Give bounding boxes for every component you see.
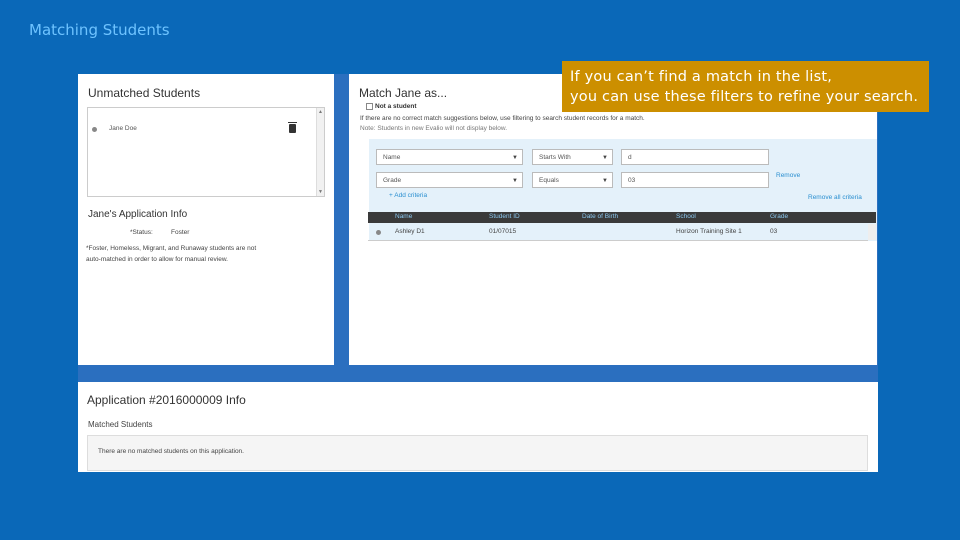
not-a-student-label: Not a student bbox=[375, 103, 417, 110]
status-value: Foster bbox=[171, 229, 190, 236]
filter-operator-select[interactable]: Starts With ▼ bbox=[532, 149, 613, 165]
filter-value-input[interactable]: d bbox=[621, 149, 769, 165]
cell-name: Ashley D1 bbox=[395, 228, 425, 235]
column-header-student-id[interactable]: Student ID bbox=[489, 213, 520, 220]
unmatched-students-list[interactable]: Jane Doe ▲ ▼ bbox=[87, 107, 325, 197]
matched-students-heading: Matched Students bbox=[88, 420, 153, 429]
callout-note: If you can’t find a match in the list, y… bbox=[562, 61, 929, 112]
filter-value-text: 03 bbox=[628, 177, 636, 184]
trash-icon[interactable] bbox=[288, 122, 297, 133]
footnote-line-2: auto-matched in order to allow for manua… bbox=[86, 256, 228, 263]
filter-field-value: Grade bbox=[383, 177, 402, 184]
info-line-1: If there are no correct match suggestion… bbox=[360, 115, 645, 122]
filter-value-text: d bbox=[628, 154, 632, 161]
unmatched-heading: Unmatched Students bbox=[88, 86, 201, 100]
column-header-date-of-birth[interactable]: Date of Birth bbox=[582, 213, 618, 220]
list-item[interactable]: Jane Doe bbox=[88, 112, 316, 133]
application-info-heading: Jane's Application Info bbox=[88, 209, 188, 220]
application-info-panel: Application #2016000009 Info Matched Stu… bbox=[78, 382, 878, 472]
chevron-down-icon: ▼ bbox=[602, 178, 608, 184]
student-name: Jane Doe bbox=[109, 125, 137, 132]
column-header-school[interactable]: School bbox=[676, 213, 696, 220]
scroll-up-icon[interactable]: ▲ bbox=[318, 109, 323, 115]
app-screenshot: Unmatched Students Jane Doe ▲ ▼ Jane's A… bbox=[78, 74, 878, 472]
not-a-student-checkbox[interactable] bbox=[366, 103, 373, 110]
chevron-down-icon: ▼ bbox=[512, 178, 518, 184]
status-label: *Status: bbox=[130, 229, 153, 236]
match-heading: Match Jane as... bbox=[359, 86, 448, 100]
slide-title: Matching Students bbox=[29, 21, 170, 39]
filter-operator-value: Equals bbox=[539, 177, 559, 184]
match-panel: Match Jane as... Not a student If there … bbox=[349, 74, 877, 365]
filter-field-select[interactable]: Name ▼ bbox=[376, 149, 523, 165]
filter-value-input[interactable]: 03 bbox=[621, 172, 769, 188]
cell-student-id: 01/07015 bbox=[489, 228, 517, 235]
unmatched-students-panel: Unmatched Students Jane Doe ▲ ▼ Jane's A… bbox=[78, 74, 334, 365]
filter-operator-select[interactable]: Equals ▼ bbox=[532, 172, 613, 188]
cell-grade: 03 bbox=[770, 228, 778, 235]
scrollbar[interactable] bbox=[868, 224, 876, 240]
filter-field-value: Name bbox=[383, 154, 401, 161]
footnote-line-1: *Foster, Homeless, Migrant, and Runaway … bbox=[86, 245, 257, 252]
table-row[interactable]: Ashley D1 01/07015 Horizon Training Site… bbox=[368, 224, 868, 241]
info-line-2: Note: Students in new Evalio will not di… bbox=[360, 125, 508, 132]
column-header-name[interactable]: Name bbox=[395, 213, 412, 220]
callout-line-1: If you can’t find a match in the list, bbox=[570, 69, 833, 85]
remove-filter-link[interactable]: Remove bbox=[776, 172, 800, 179]
filter-operator-value: Starts With bbox=[539, 154, 571, 161]
application-heading: Application #2016000009 Info bbox=[87, 393, 246, 407]
cell-school: Horizon Training Site 1 bbox=[676, 228, 742, 235]
callout-line-2: you can use these filters to refine your… bbox=[570, 89, 919, 105]
column-header-grade[interactable]: Grade bbox=[770, 213, 788, 220]
matched-students-box: There are no matched students on this ap… bbox=[87, 435, 868, 471]
remove-all-criteria-link[interactable]: Remove all criteria bbox=[808, 194, 862, 201]
chevron-down-icon: ▼ bbox=[512, 155, 518, 161]
empty-message: There are no matched students on this ap… bbox=[98, 448, 244, 455]
results-table-header: Name Student ID Date of Birth School Gra… bbox=[368, 212, 876, 223]
radio-icon[interactable] bbox=[92, 127, 97, 132]
radio-icon[interactable] bbox=[376, 230, 381, 235]
add-criteria-link[interactable]: + Add criteria bbox=[389, 192, 427, 199]
filter-field-select[interactable]: Grade ▼ bbox=[376, 172, 523, 188]
scrollbar[interactable]: ▲ ▼ bbox=[316, 108, 324, 196]
chevron-down-icon: ▼ bbox=[602, 155, 608, 161]
scroll-down-icon[interactable]: ▼ bbox=[318, 189, 323, 195]
